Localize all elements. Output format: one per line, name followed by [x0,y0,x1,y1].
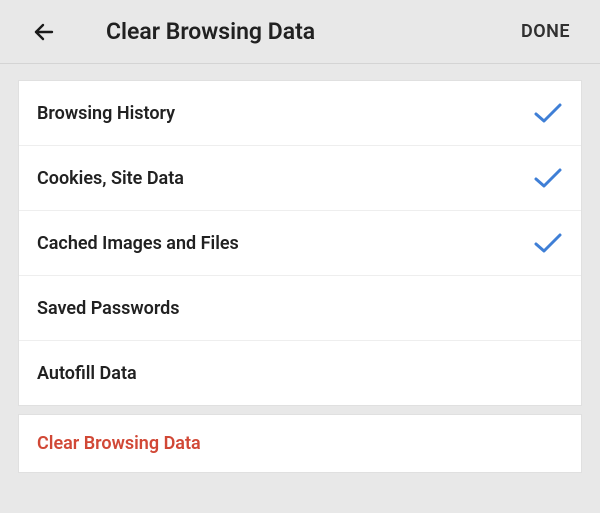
checkmark-icon [533,231,563,255]
header-divider [0,63,600,64]
option-cookies-site-data[interactable]: Cookies, Site Data [19,146,581,211]
option-label: Autofill Data [37,363,533,384]
option-cached-images-files[interactable]: Cached Images and Files [19,211,581,276]
option-saved-passwords[interactable]: Saved Passwords [19,276,581,341]
header: Clear Browsing Data DONE [0,0,600,63]
option-browsing-history[interactable]: Browsing History [19,81,581,146]
checkmark-icon [533,166,563,190]
action-card: Clear Browsing Data [18,414,582,473]
action-label: Clear Browsing Data [37,433,201,454]
option-autofill-data[interactable]: Autofill Data [19,341,581,405]
options-card: Browsing History Cookies, Site Data Cach… [18,80,582,406]
clear-browsing-data-button[interactable]: Clear Browsing Data [19,415,581,472]
option-label: Saved Passwords [37,298,533,319]
done-button[interactable]: DONE [511,13,580,50]
option-label: Cached Images and Files [37,233,533,254]
checkmark-icon [533,101,563,125]
page-title: Clear Browsing Data [106,18,511,45]
back-button[interactable] [24,12,64,52]
option-label: Browsing History [37,103,533,124]
option-label: Cookies, Site Data [37,168,533,189]
arrow-left-icon [32,20,56,44]
